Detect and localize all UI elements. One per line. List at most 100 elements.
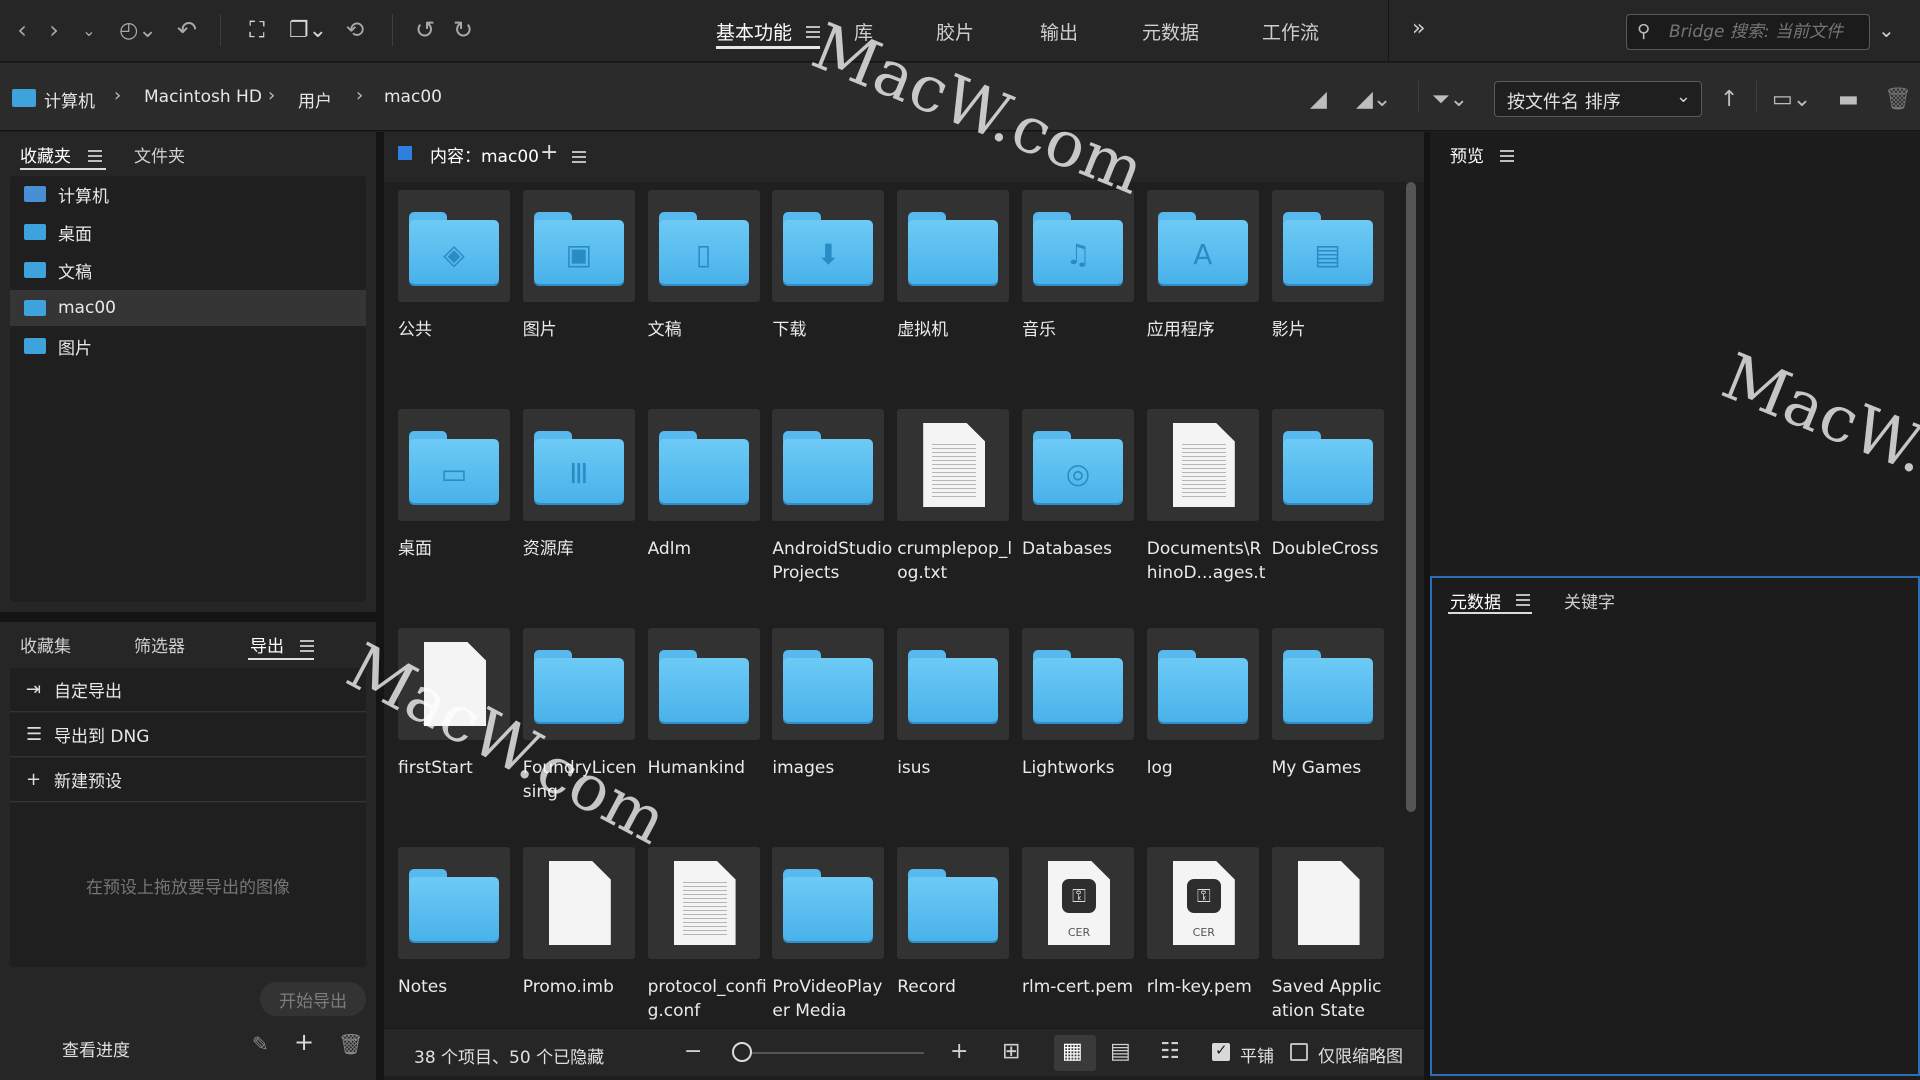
favorite-item-documents[interactable]: 文稿 xyxy=(10,252,366,288)
content-item[interactable]: Promo.imb xyxy=(522,847,645,1028)
content-item[interactable]: 虚拟机 xyxy=(897,190,1019,400)
content-item[interactable]: Saved Application State xyxy=(1271,847,1394,1028)
content-item[interactable]: Notes xyxy=(398,847,520,1028)
content-item[interactable]: ⚿ CER rlm-cert.pem xyxy=(1022,847,1144,1028)
tab-folders[interactable]: 文件夹 xyxy=(134,142,185,167)
panel-menu-icon[interactable] xyxy=(1500,150,1514,162)
thumbnail-size-slider[interactable] xyxy=(744,1052,924,1054)
favorite-item-desktop[interactable]: 桌面 xyxy=(10,214,366,250)
content-item-thumbnail[interactable]: ▭ xyxy=(398,409,510,521)
workspace-menu-icon[interactable] xyxy=(806,26,820,38)
tab-keywords[interactable]: 关键字 xyxy=(1564,588,1615,613)
thumbnails-only-checkbox[interactable] xyxy=(1290,1043,1308,1061)
content-item-thumbnail[interactable] xyxy=(398,628,510,740)
export-preset-custom[interactable]: ⇥ 自定导出 xyxy=(10,668,366,712)
zoom-out-icon[interactable]: − xyxy=(684,1039,702,1064)
content-item[interactable]: ProVideoPlayer Media xyxy=(772,847,894,1028)
trash-icon[interactable]: 🗑 xyxy=(1884,87,1912,112)
content-item[interactable]: A 应用程序 xyxy=(1146,190,1269,400)
camera-import-icon[interactable]: ⛶ xyxy=(240,12,274,48)
content-item-thumbnail[interactable]: ⚿ CER xyxy=(1022,847,1134,959)
breadcrumb-computer[interactable]: 计算机 xyxy=(44,87,95,112)
content-item-thumbnail[interactable] xyxy=(1146,628,1259,740)
back-icon[interactable]: ‹ xyxy=(8,12,36,48)
content-item-thumbnail[interactable]: ⬇ xyxy=(772,190,885,302)
content-item-thumbnail[interactable] xyxy=(897,628,1010,740)
content-item-thumbnail[interactable]: ◎ xyxy=(1022,409,1134,521)
content-item-thumbnail[interactable] xyxy=(398,847,510,959)
content-item-thumbnail[interactable]: ▯ xyxy=(647,190,760,302)
return-icon[interactable]: ↶ xyxy=(174,12,200,48)
new-folder-icon[interactable]: ▬ xyxy=(1838,87,1859,112)
thumbnail-size-slider-knob[interactable] xyxy=(732,1042,752,1062)
content-item[interactable]: log xyxy=(1146,628,1269,838)
bridge-search-box[interactable]: ⚲ xyxy=(1626,14,1870,50)
search-options-chevron-icon[interactable]: ⌄ xyxy=(1878,18,1895,42)
thumbnail-quality-icon[interactable]: ◢ xyxy=(1310,87,1327,112)
panel-menu-icon[interactable] xyxy=(300,640,314,652)
workspace-tab-output[interactable]: 输出 xyxy=(1040,18,1078,45)
content-item[interactable]: ▯ 文稿 xyxy=(647,190,770,400)
panel-splitter[interactable] xyxy=(376,132,384,1080)
content-item-thumbnail[interactable] xyxy=(522,628,635,740)
workspace-tab-workflow[interactable]: 工作流 xyxy=(1262,18,1319,45)
content-item-thumbnail[interactable] xyxy=(897,409,1010,521)
rotate-right-icon[interactable]: ↻ xyxy=(448,12,478,48)
list-view-icon[interactable]: ☷ xyxy=(1160,1039,1180,1064)
content-item[interactable]: Ⅲ 资源库 xyxy=(522,409,645,619)
content-item[interactable]: ♫ 音乐 xyxy=(1022,190,1144,400)
content-item-thumbnail[interactable] xyxy=(647,628,760,740)
content-item-thumbnail[interactable]: ⚿ CER xyxy=(1146,847,1259,959)
content-item-thumbnail[interactable]: A xyxy=(1146,190,1259,302)
content-item-thumbnail[interactable] xyxy=(522,847,635,959)
trash-icon[interactable]: 🗑 xyxy=(338,1032,363,1056)
favorite-item-mac00[interactable]: mac00 xyxy=(10,290,366,326)
content-item-thumbnail[interactable] xyxy=(897,190,1010,302)
tab-metadata[interactable]: 元数据 xyxy=(1450,588,1501,613)
workspace-tab-filmstrip[interactable]: 胶片 xyxy=(936,18,974,45)
tab-export[interactable]: 导出 xyxy=(250,632,284,657)
content-item[interactable]: My Games xyxy=(1271,628,1394,838)
favorite-item-pictures[interactable]: 图片 xyxy=(10,328,366,364)
content-item-thumbnail[interactable] xyxy=(772,628,885,740)
forward-icon[interactable]: › xyxy=(40,12,68,48)
content-item[interactable]: ◈ 公共 xyxy=(398,190,520,400)
content-item[interactable]: ▤ 影片 xyxy=(1271,190,1394,400)
content-item[interactable]: Adlm xyxy=(647,409,770,619)
content-item[interactable]: ▭ 桌面 xyxy=(398,409,520,619)
export-preset-dng[interactable]: ☰ 导出到 DNG xyxy=(10,713,366,757)
more-workspaces-icon[interactable]: » xyxy=(1412,16,1425,41)
content-item[interactable]: images xyxy=(772,628,894,838)
breadcrumb-users[interactable]: 用户 xyxy=(298,87,332,112)
tile-checkbox[interactable] xyxy=(1212,1041,1230,1061)
content-item[interactable]: ⬇ 下载 xyxy=(772,190,894,400)
content-item-thumbnail[interactable] xyxy=(1271,847,1384,959)
content-item-thumbnail[interactable] xyxy=(1271,409,1384,521)
add-icon[interactable]: + xyxy=(294,1028,314,1056)
content-item[interactable]: Documents\RhinoD...ages.txt xyxy=(1146,409,1269,619)
tab-collections[interactable]: 收藏集 xyxy=(20,632,71,657)
content-item[interactable]: Record xyxy=(897,847,1019,1028)
start-export-button[interactable]: 开始导出 xyxy=(260,982,366,1016)
recent-history-icon[interactable]: ◴⌄ xyxy=(114,12,162,48)
tab-preview[interactable]: 预览 xyxy=(1450,142,1484,167)
content-item[interactable]: FoundryLicensing xyxy=(522,628,645,838)
open-in-camera-raw-icon[interactable]: ⟲ xyxy=(340,12,370,48)
content-item-thumbnail[interactable]: ◈ xyxy=(398,190,510,302)
content-item-thumbnail[interactable]: ▤ xyxy=(1271,190,1384,302)
chevron-down-icon[interactable]: ⌄ xyxy=(76,12,102,48)
workspace-tab-libraries[interactable]: 库 xyxy=(854,18,873,45)
rotate-left-icon[interactable]: ↺ xyxy=(410,12,440,48)
breadcrumb-mac00[interactable]: mac00 xyxy=(384,87,442,107)
thumbnail-view-icon[interactable]: ▦ xyxy=(1062,1039,1083,1064)
content-item-thumbnail[interactable] xyxy=(647,847,760,959)
details-view-icon[interactable]: ▤ xyxy=(1110,1039,1131,1064)
content-item-thumbnail[interactable] xyxy=(647,409,760,521)
content-item[interactable]: firstStart xyxy=(398,628,520,838)
content-item[interactable]: crumplepop_log.txt xyxy=(897,409,1019,619)
content-item[interactable]: ◎ Databases xyxy=(1022,409,1144,619)
content-item[interactable]: isus xyxy=(897,628,1019,838)
panel-menu-icon[interactable] xyxy=(88,150,102,162)
content-item-thumbnail[interactable]: ♫ xyxy=(1022,190,1134,302)
breadcrumb-macintosh-hd[interactable]: Macintosh HD xyxy=(144,87,262,107)
